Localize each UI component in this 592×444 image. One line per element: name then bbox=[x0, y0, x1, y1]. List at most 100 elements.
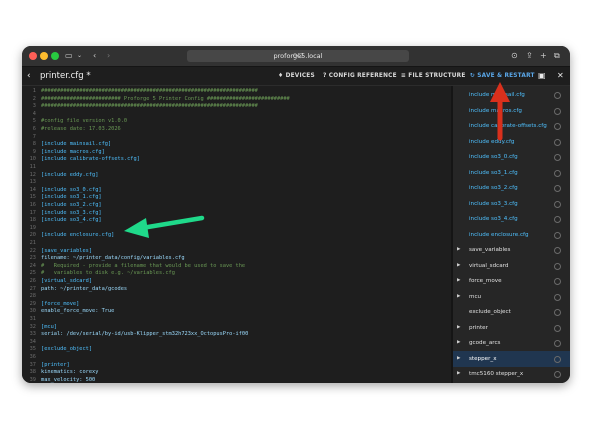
structure-item[interactable]: ▶ printer bbox=[453, 320, 570, 336]
file-structure-button[interactable]: ≡ FILE STRUCTURE bbox=[401, 67, 466, 85]
chevron-right-icon[interactable]: ▶ bbox=[457, 273, 460, 289]
chevron-right-icon[interactable]: ▶ bbox=[457, 335, 460, 351]
code-text[interactable]: #release date: 17.03.2026 bbox=[41, 126, 121, 133]
code-text[interactable]: [include so3_1.cfg] bbox=[41, 194, 102, 201]
structure-item[interactable]: include macros.cfg bbox=[453, 103, 570, 119]
tab-overview-icon[interactable]: ⧉ bbox=[554, 46, 560, 66]
visibility-toggle-icon[interactable] bbox=[554, 309, 561, 316]
visibility-toggle-icon[interactable] bbox=[554, 216, 561, 223]
visibility-toggle-icon[interactable] bbox=[554, 107, 561, 115]
structure-item[interactable]: include so3_0.cfg bbox=[453, 149, 570, 165]
visibility-toggle-icon[interactable] bbox=[554, 154, 561, 161]
code-text[interactable]: [save_variables] bbox=[41, 248, 92, 255]
zoom-window-button[interactable] bbox=[51, 52, 59, 60]
structure-item[interactable]: include mainsail.cfg bbox=[453, 87, 570, 103]
sidebar-toggle-icon[interactable]: ▭ bbox=[65, 46, 73, 66]
structure-item[interactable]: exclude_object bbox=[453, 304, 570, 320]
code-text[interactable]: [include so3_2.cfg] bbox=[41, 202, 102, 209]
code-text[interactable]: [include macros.cfg] bbox=[41, 149, 105, 156]
back-arrow-icon[interactable]: ‹ bbox=[27, 67, 31, 85]
visibility-toggle-icon[interactable] bbox=[554, 231, 561, 239]
code-text[interactable]: path: ~/printer_data/gcodes bbox=[41, 286, 127, 293]
code-text[interactable]: [printer] bbox=[41, 362, 70, 369]
forward-arrow-icon[interactable]: › bbox=[107, 46, 110, 66]
visibility-toggle-icon[interactable] bbox=[554, 262, 561, 270]
chevron-right-icon[interactable]: ▶ bbox=[457, 320, 460, 336]
code-text[interactable]: [include mainsail.cfg] bbox=[41, 141, 111, 148]
code-text[interactable]: max_velocity: 500 bbox=[41, 377, 95, 383]
chevron-right-icon[interactable]: ▶ bbox=[457, 289, 460, 305]
visibility-toggle-icon[interactable] bbox=[554, 138, 561, 146]
code-text[interactable]: kinematics: corexy bbox=[41, 369, 98, 376]
save-disk-icon[interactable]: ▣ bbox=[538, 67, 546, 85]
structure-item-label: printer bbox=[469, 324, 488, 331]
structure-item-label: exclude_object bbox=[469, 309, 511, 315]
visibility-toggle-icon[interactable] bbox=[554, 355, 561, 363]
visibility-toggle-icon[interactable] bbox=[554, 92, 561, 99]
visibility-toggle-icon[interactable] bbox=[554, 371, 561, 378]
structure-item[interactable]: ▶ stepper_x bbox=[453, 350, 570, 367]
structure-item-label: save_variables bbox=[469, 247, 511, 253]
save-restart-button[interactable]: ↻ SAVE & RESTART bbox=[470, 67, 535, 85]
structure-item[interactable]: include eddy.cfg bbox=[453, 134, 570, 150]
back-arrow-icon[interactable]: ‹ bbox=[93, 46, 96, 66]
minimize-window-button[interactable] bbox=[40, 52, 48, 60]
code-text[interactable]: [include enclosure.cfg] bbox=[41, 232, 114, 239]
structure-item[interactable]: include so3_1.cfg bbox=[453, 165, 570, 181]
code-text[interactable]: [force_move] bbox=[41, 301, 79, 308]
code-text[interactable]: # variables to disk e.g. ~/variables.cfg bbox=[41, 270, 175, 277]
visibility-toggle-icon[interactable] bbox=[554, 169, 561, 177]
close-icon[interactable]: ✕ bbox=[557, 67, 564, 85]
reload-icon[interactable]: ⟳ bbox=[187, 50, 404, 62]
visibility-toggle-icon[interactable] bbox=[554, 340, 561, 347]
structure-item[interactable]: ▶ mcu bbox=[453, 289, 570, 305]
code-text[interactable]: serial: /dev/serial/by-id/usb-Klipper_st… bbox=[41, 331, 248, 338]
close-window-button[interactable] bbox=[29, 52, 37, 60]
code-text[interactable]: ######################### Proforge 5 Pri… bbox=[41, 96, 290, 103]
code-text[interactable]: [include so3_0.cfg] bbox=[41, 187, 102, 194]
code-text[interactable]: # Required - provide a filename that wou… bbox=[41, 263, 245, 270]
code-text[interactable]: [exclude_object] bbox=[41, 346, 92, 353]
visibility-toggle-icon[interactable] bbox=[554, 293, 561, 301]
code-text[interactable]: #config file version v1.0.0 bbox=[41, 118, 127, 125]
structure-item[interactable]: ▶ virtual_sdcard bbox=[453, 258, 570, 274]
code-text[interactable]: filename: ~/printer_data/config/variable… bbox=[41, 255, 185, 262]
visibility-toggle-icon[interactable] bbox=[554, 200, 561, 208]
structure-item[interactable]: include so3_3.cfg bbox=[453, 196, 570, 212]
chevron-right-icon[interactable]: ▶ bbox=[457, 242, 460, 258]
code-text[interactable]: [virtual_sdcard] bbox=[41, 278, 92, 285]
code-editor[interactable]: 1 #######################################… bbox=[22, 86, 451, 383]
visibility-toggle-icon[interactable] bbox=[554, 123, 561, 130]
visibility-toggle-icon[interactable] bbox=[554, 278, 561, 285]
code-text[interactable]: [include so3_3.cfg] bbox=[41, 210, 102, 217]
structure-item[interactable]: include enclosure.cfg bbox=[453, 227, 570, 243]
devices-button[interactable]: ♦ DEVICES bbox=[278, 67, 315, 85]
structure-item[interactable]: include calibrate-offsets.cfg bbox=[453, 118, 570, 134]
code-text[interactable]: [include eddy.cfg] bbox=[41, 172, 98, 179]
structure-item[interactable]: ▶ force_move bbox=[453, 273, 570, 289]
structure-item[interactable]: ▶ save_variables bbox=[453, 242, 570, 258]
code-text[interactable]: ########################################… bbox=[41, 103, 258, 110]
new-tab-icon[interactable]: + bbox=[540, 46, 547, 66]
chevron-right-icon[interactable]: ▶ bbox=[457, 351, 460, 367]
visibility-toggle-icon[interactable] bbox=[554, 324, 561, 332]
share-icon[interactable]: ⇪ bbox=[526, 46, 533, 66]
code-text[interactable]: [include calibrate-offsets.cfg] bbox=[41, 156, 140, 163]
chevron-right-icon[interactable]: ▶ bbox=[457, 366, 460, 382]
code-text[interactable]: [include so3_4.cfg] bbox=[41, 217, 102, 224]
structure-item[interactable]: include so3_2.cfg bbox=[453, 180, 570, 196]
structure-item[interactable]: ▶ tmc5160 stepper_x bbox=[453, 366, 570, 382]
download-icon[interactable]: ⊙ bbox=[511, 46, 518, 66]
code-text[interactable]: enable_force_move: True bbox=[41, 308, 114, 315]
address-bar[interactable]: ⛉ proforge5.local ⟳ bbox=[187, 50, 409, 62]
structure-item[interactable]: include so3_4.cfg bbox=[453, 211, 570, 227]
chevron-right-icon[interactable]: ▶ bbox=[457, 258, 460, 274]
visibility-toggle-icon[interactable] bbox=[554, 185, 561, 192]
code-text[interactable]: [mcu] bbox=[41, 324, 57, 331]
devices-label: DEVICES bbox=[285, 73, 315, 79]
config-reference-button[interactable]: ? CONFIG REFERENCE bbox=[323, 67, 397, 85]
code-text[interactable]: ########################################… bbox=[41, 88, 258, 95]
visibility-toggle-icon[interactable] bbox=[554, 247, 561, 254]
chevron-down-icon[interactable]: ⌄ bbox=[77, 46, 82, 66]
structure-item[interactable]: ▶ gcode_arcs bbox=[453, 335, 570, 351]
